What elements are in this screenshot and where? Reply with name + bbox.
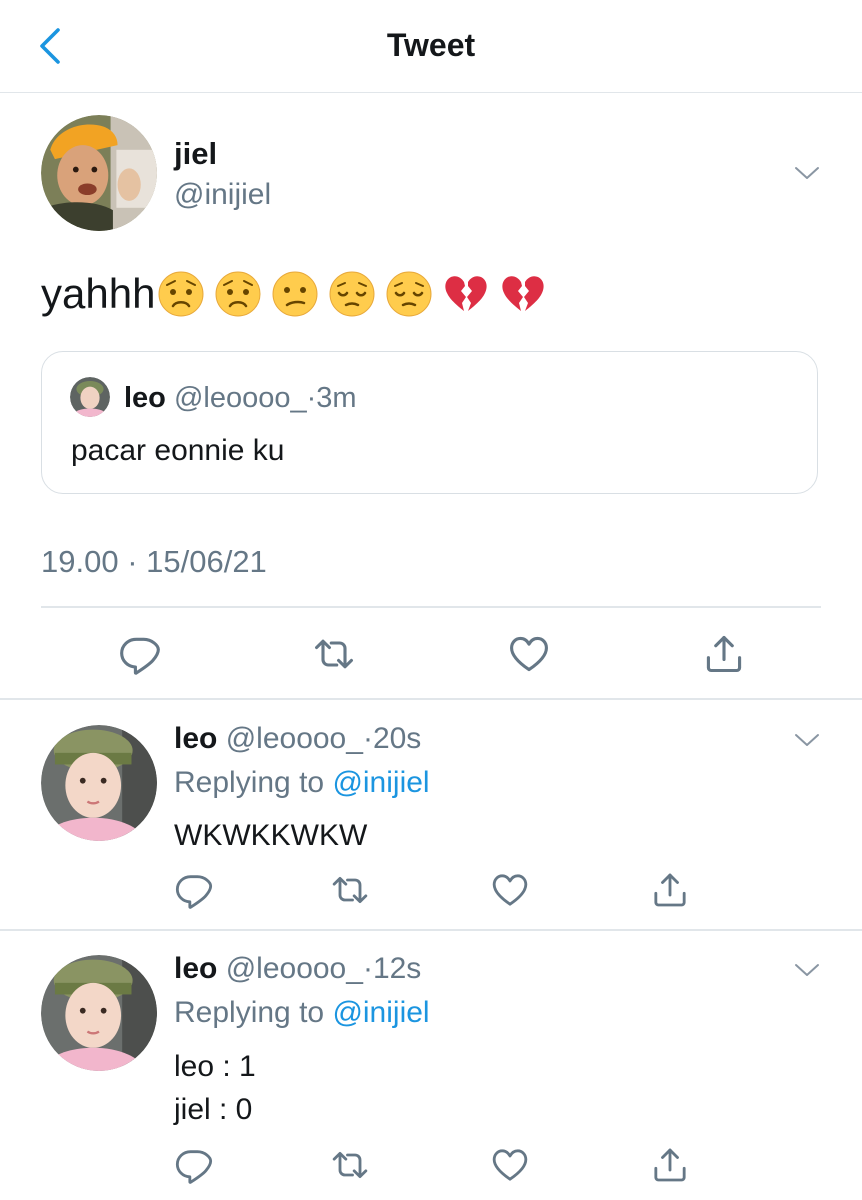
replying-to-link[interactable]: @inijiel xyxy=(332,766,429,799)
quoted-text: pacar eonnie ku xyxy=(71,434,285,467)
quoted-author-handle: @leoooo_ xyxy=(173,382,307,414)
replying-to-label: Replying to xyxy=(174,996,333,1029)
tweet-body: yahhh xyxy=(41,270,547,318)
retweet-icon xyxy=(312,632,356,676)
pensive-face-icon xyxy=(328,270,376,318)
reply-time: 12s xyxy=(372,952,422,985)
quoted-author-avatar xyxy=(70,377,110,417)
quoted-header: leo @leoooo_·3m xyxy=(124,382,357,415)
like-button[interactable] xyxy=(490,1145,530,1185)
chevron-down-icon xyxy=(792,163,822,183)
reply-button[interactable] xyxy=(174,870,214,910)
quoted-avatar-photo xyxy=(70,377,110,417)
separator-dot: · xyxy=(362,722,373,755)
worried-face-icon xyxy=(214,270,262,318)
reply-author-handle[interactable]: @leoooo_ xyxy=(226,952,363,985)
reply-time: 20s xyxy=(372,722,422,755)
reply-author-name[interactable]: leo xyxy=(174,722,217,755)
worried-face-icon xyxy=(157,270,205,318)
divider xyxy=(41,606,821,608)
reply-header: leo @leoooo_·20s xyxy=(174,722,421,756)
reply-avatar-photo xyxy=(41,725,157,841)
replying-to-label: Replying to xyxy=(174,766,333,799)
reply-button[interactable] xyxy=(174,1145,214,1185)
page-title: Tweet xyxy=(386,27,476,63)
chevron-down-icon xyxy=(792,960,822,980)
chevron-down-icon xyxy=(792,730,822,750)
tweet-options-button[interactable] xyxy=(792,163,822,183)
share-button[interactable] xyxy=(650,870,690,910)
divider xyxy=(0,929,862,931)
reply-avatar-photo xyxy=(41,955,157,1071)
like-icon xyxy=(490,870,530,910)
replying-to-link[interactable]: @inijiel xyxy=(332,996,429,1029)
author-avatar[interactable] xyxy=(41,115,157,231)
retweet-icon xyxy=(330,870,370,910)
broken-heart-icon xyxy=(499,270,547,318)
reply-text-line: jiel : 0 xyxy=(174,1093,253,1126)
tweet-text: yahhh xyxy=(41,270,156,317)
replying-to: Replying to @inijiel xyxy=(174,766,430,800)
retweet-button[interactable] xyxy=(312,632,356,676)
reply-avatar[interactable] xyxy=(41,955,157,1071)
replying-to: Replying to @inijiel xyxy=(174,996,430,1030)
reply-icon xyxy=(118,632,162,676)
reply-icon xyxy=(174,1145,214,1185)
reply-button[interactable] xyxy=(118,632,162,676)
quoted-time: 3m xyxy=(316,382,357,414)
retweet-button[interactable] xyxy=(330,870,370,910)
reply-text: WKWKKWKW xyxy=(174,819,368,852)
share-icon xyxy=(650,870,690,910)
author-handle[interactable]: @inijiel xyxy=(174,178,271,212)
separator-dot: · xyxy=(306,382,317,414)
like-button[interactable] xyxy=(490,870,530,910)
share-icon xyxy=(702,632,746,676)
share-button[interactable] xyxy=(702,632,746,676)
tweet-timestamp: 19.00 · 15/06/21 xyxy=(41,544,267,579)
retweet-icon xyxy=(330,1145,370,1185)
reply-avatar[interactable] xyxy=(41,725,157,841)
share-button[interactable] xyxy=(650,1145,690,1185)
reply-header: leo @leoooo_·12s xyxy=(174,952,421,986)
separator-dot: · xyxy=(362,952,373,985)
confused-face-icon xyxy=(271,270,319,318)
retweet-button[interactable] xyxy=(330,1145,370,1185)
like-icon xyxy=(490,1145,530,1185)
reply-options-button[interactable] xyxy=(792,730,822,750)
quoted-tweet-card[interactable]: leo @leoooo_·3m pacar eonnie ku xyxy=(41,351,818,494)
reply-text-line: leo : 1 xyxy=(174,1050,256,1083)
reply-icon xyxy=(174,870,214,910)
emoji-group xyxy=(157,270,547,318)
pensive-face-icon xyxy=(385,270,433,318)
reply-author-handle[interactable]: @leoooo_ xyxy=(226,722,363,755)
author-avatar-photo xyxy=(41,115,157,231)
quoted-author-name: leo xyxy=(124,382,166,414)
author-name[interactable]: jiel xyxy=(174,136,217,172)
reply-options-button[interactable] xyxy=(792,960,822,980)
like-icon xyxy=(507,632,551,676)
divider xyxy=(0,698,862,700)
like-button[interactable] xyxy=(507,632,551,676)
share-icon xyxy=(650,1145,690,1185)
reply-author-name[interactable]: leo xyxy=(174,952,217,985)
broken-heart-icon xyxy=(442,270,490,318)
